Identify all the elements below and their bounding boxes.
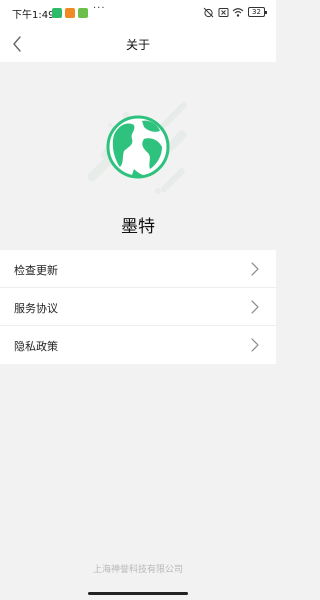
wifi-icon: [232, 8, 244, 17]
page-title: 关于: [125, 38, 150, 52]
sim-off-icon: [218, 8, 229, 17]
wechat-notif-icon: [52, 8, 62, 18]
about-menu: 检查更新 服务协议 隐私政策: [0, 250, 276, 364]
menu-item-label: 隐私政策: [14, 340, 58, 353]
chevron-right-icon: [251, 262, 259, 276]
app-notif-icon: [65, 8, 75, 18]
chevron-right-icon: [251, 338, 259, 352]
nav-bar: 关于: [0, 26, 276, 62]
app-name: 墨特: [121, 217, 155, 237]
home-indicator[interactable]: [88, 592, 188, 595]
menu-item-label: 服务协议: [14, 302, 58, 315]
battery-icon: 32: [248, 7, 267, 17]
status-time: 下午1:49: [12, 10, 55, 21]
alarm-off-icon: [203, 7, 214, 18]
menu-item-privacy-policy[interactable]: 隐私政策: [0, 326, 276, 364]
globe-logo-icon: [87, 102, 187, 194]
menu-item-check-update[interactable]: 检查更新: [0, 250, 276, 288]
app-notif-icon-2: [78, 8, 88, 18]
status-bar: 下午1:49 ··· 32: [0, 0, 276, 26]
app-hero: 墨特: [0, 62, 276, 248]
company-name: 上海神誉科技有限公司: [92, 565, 183, 575]
more-notifications-icon: ···: [93, 3, 106, 14]
chevron-right-icon: [251, 300, 259, 314]
menu-item-label: 检查更新: [14, 264, 58, 277]
menu-item-service-agreement[interactable]: 服务协议: [0, 288, 276, 326]
